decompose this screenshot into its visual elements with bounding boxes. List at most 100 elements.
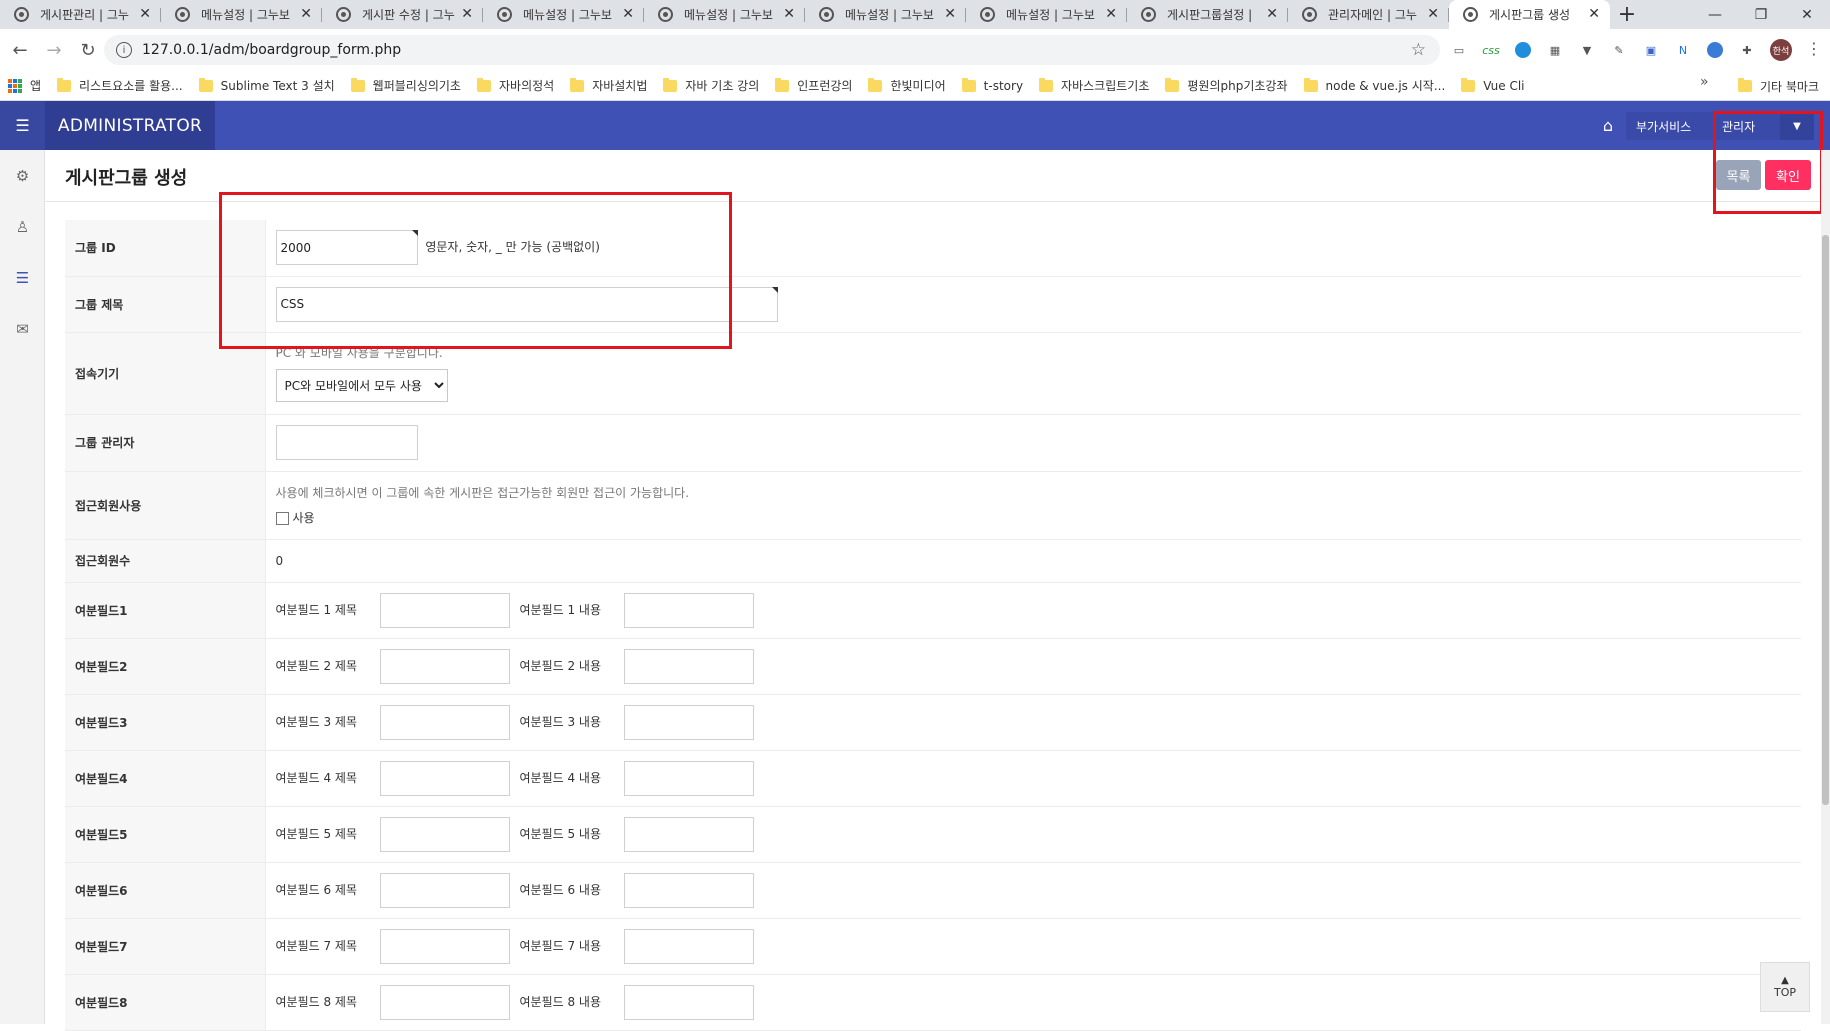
label-access-member: 접근회원사용 <box>65 471 266 539</box>
puzzle-icon[interactable]: ✚ <box>1736 39 1758 61</box>
extra-content-input[interactable] <box>623 928 754 964</box>
menu-toggle-icon[interactable]: ☰ <box>0 101 45 150</box>
browser-tab[interactable]: 게시판 수정 | 그누 ✕ <box>322 0 483 29</box>
close-icon[interactable]: ✕ <box>300 7 312 21</box>
n-icon[interactable]: N <box>1672 39 1694 61</box>
scrollbar-thumb[interactable] <box>1822 235 1829 805</box>
reload-icon[interactable]: ↻ <box>74 36 102 64</box>
bookmark-folder[interactable]: 한빛미디어 <box>860 74 953 98</box>
bookmark-apps[interactable]: 앱 <box>0 74 49 98</box>
bookmark-folder[interactable]: 웹퍼블리싱의기초 <box>343 74 469 98</box>
access-member-checkbox[interactable] <box>275 512 289 525</box>
bookmark-folder[interactable]: 인프런강의 <box>767 74 860 98</box>
bookmark-folder[interactable]: t-story <box>954 74 1031 98</box>
arrow-up-icon: ▲ <box>1781 974 1789 986</box>
star-icon[interactable]: ☆ <box>1411 40 1426 60</box>
bookmark-folder[interactable]: 자바스크립트기초 <box>1031 74 1157 98</box>
list-icon[interactable]: ☰ <box>0 252 45 303</box>
mail-icon[interactable]: ✉ <box>0 303 45 354</box>
close-icon[interactable]: ✕ <box>461 7 473 21</box>
extra-title-input[interactable] <box>379 872 510 908</box>
form-row-extra-field: 여분필드3 여분필드 3 제목 여분필드 3 내용 <box>65 694 1801 750</box>
close-icon[interactable]: ✕ <box>1427 7 1439 21</box>
url-field[interactable]: i 127.0.0.1/adm/boardgroup_form.php ☆ <box>104 35 1440 65</box>
user-icon[interactable]: ♙ <box>0 201 45 252</box>
close-icon[interactable]: ✕ <box>1105 7 1117 21</box>
menu-kebab-icon[interactable]: ⋮ <box>1806 39 1822 58</box>
group-admin-input[interactable] <box>275 425 418 460</box>
folder-icon <box>1738 78 1752 92</box>
extra-content-input[interactable] <box>623 984 754 1020</box>
extra-title-input[interactable] <box>379 760 510 796</box>
globe-icon <box>1141 7 1156 22</box>
bookmark-folder[interactable]: 평원의php기초강좌 <box>1157 74 1295 98</box>
tab-label: 메뉴설정 | 그누보 <box>523 8 612 22</box>
minimize-icon[interactable]: — <box>1692 0 1738 29</box>
stamp-icon[interactable]: ▣ <box>1640 39 1662 61</box>
bookmark-folder[interactable]: 자바설치법 <box>562 74 655 98</box>
browser-tab[interactable]: 관리자메인 | 그누 ✕ <box>1288 0 1449 29</box>
extra-title-label: 여분필드 1 제목 <box>275 602 358 617</box>
browser-tab[interactable]: 메뉴설정 | 그누보 ✕ <box>966 0 1127 29</box>
globe-ext-icon[interactable] <box>1707 42 1723 58</box>
apps-grid-icon <box>8 78 22 93</box>
extra-title-input[interactable] <box>379 704 510 740</box>
extra-content-input[interactable] <box>623 816 754 852</box>
back-icon[interactable]: ← <box>6 36 34 64</box>
extra-content-input[interactable] <box>623 592 754 628</box>
admin-brand[interactable]: ADMINISTRATOR <box>45 101 215 150</box>
bookmark-folder[interactable]: Sublime Text 3 설치 <box>191 74 343 98</box>
bookmark-other[interactable]: 기타 북마크 <box>1730 74 1827 98</box>
folder-icon <box>1039 77 1054 92</box>
info-icon[interactable]: i <box>116 42 132 58</box>
edge-icon[interactable] <box>1515 42 1531 58</box>
device-select[interactable]: PC와 모바일에서 모두 사용 <box>275 369 448 402</box>
bookmark-folder[interactable]: 자바 기초 강의 <box>655 74 767 98</box>
browser-tab[interactable]: 메뉴설정 | 그누보 ✕ <box>161 0 322 29</box>
new-tab-button[interactable]: + <box>1610 0 1644 29</box>
close-window-icon[interactable]: ✕ <box>1784 0 1830 29</box>
extra-content-input[interactable] <box>623 648 754 684</box>
bookmark-folder[interactable]: 자바의정석 <box>469 74 562 98</box>
extra-content-input[interactable] <box>623 704 754 740</box>
extra-content-input[interactable] <box>623 872 754 908</box>
profile-avatar[interactable]: 한석 <box>1770 39 1792 61</box>
close-icon[interactable]: ✕ <box>1588 7 1600 21</box>
bookmark-folder[interactable]: 리스트요소를 활용... <box>49 74 191 98</box>
extra-title-input[interactable] <box>379 928 510 964</box>
scroll-top-button[interactable]: ▲ TOP <box>1760 962 1810 1012</box>
extra-title-label: 여분필드 5 제목 <box>275 826 358 841</box>
browser-tab-active[interactable]: 게시판그룹 생성 ✕ <box>1449 0 1610 29</box>
close-icon[interactable]: ✕ <box>622 7 634 21</box>
bookmarks-overflow-icon[interactable]: » <box>1700 74 1709 90</box>
extra-title-input[interactable] <box>379 592 510 628</box>
extra-content-input[interactable] <box>623 760 754 796</box>
browser-tab[interactable]: 게시판관리 | 그누 ✕ <box>0 0 161 29</box>
browser-tab[interactable]: 메뉴설정 | 그누보 ✕ <box>644 0 805 29</box>
extra-title-input[interactable] <box>379 648 510 684</box>
css-extension-icon[interactable]: css <box>1480 39 1502 61</box>
browser-tab[interactable]: 게시판그룹설정 | ✕ <box>1127 0 1288 29</box>
browser-tab[interactable]: 메뉴설정 | 그누보 ✕ <box>805 0 966 29</box>
close-icon[interactable]: ✕ <box>944 7 956 21</box>
extra-title-input[interactable] <box>379 816 510 852</box>
service-button[interactable]: 부가서비스 <box>1626 112 1714 140</box>
restore-icon[interactable]: ❐ <box>1738 0 1784 29</box>
forward-icon[interactable]: → <box>40 36 68 64</box>
calendar-icon[interactable]: ▦ <box>1544 39 1566 61</box>
close-icon[interactable]: ✕ <box>783 7 795 21</box>
browser-tab[interactable]: 메뉴설정 | 그누보 ✕ <box>483 0 644 29</box>
close-icon[interactable]: ✕ <box>1266 7 1278 21</box>
extension-icon[interactable]: ▭ <box>1448 39 1470 61</box>
bookmark-folder[interactable]: Vue Cli <box>1453 74 1532 98</box>
bookmark-label: 자바설치법 <box>592 79 648 93</box>
bookmark-folder[interactable]: node & vue.js 시작... <box>1296 74 1454 98</box>
extra-title-input[interactable] <box>379 984 510 1020</box>
vue-icon[interactable]: ▼ <box>1576 39 1598 61</box>
settings-icon[interactable]: ⚙ <box>0 150 45 201</box>
home-icon[interactable]: ⌂ <box>1598 115 1618 135</box>
label-extra-field: 여분필드3 <box>65 694 266 750</box>
eyedropper-icon[interactable]: ✎ <box>1608 39 1630 61</box>
page-scrollbar[interactable] <box>1821 150 1830 1024</box>
close-icon[interactable]: ✕ <box>139 7 151 21</box>
